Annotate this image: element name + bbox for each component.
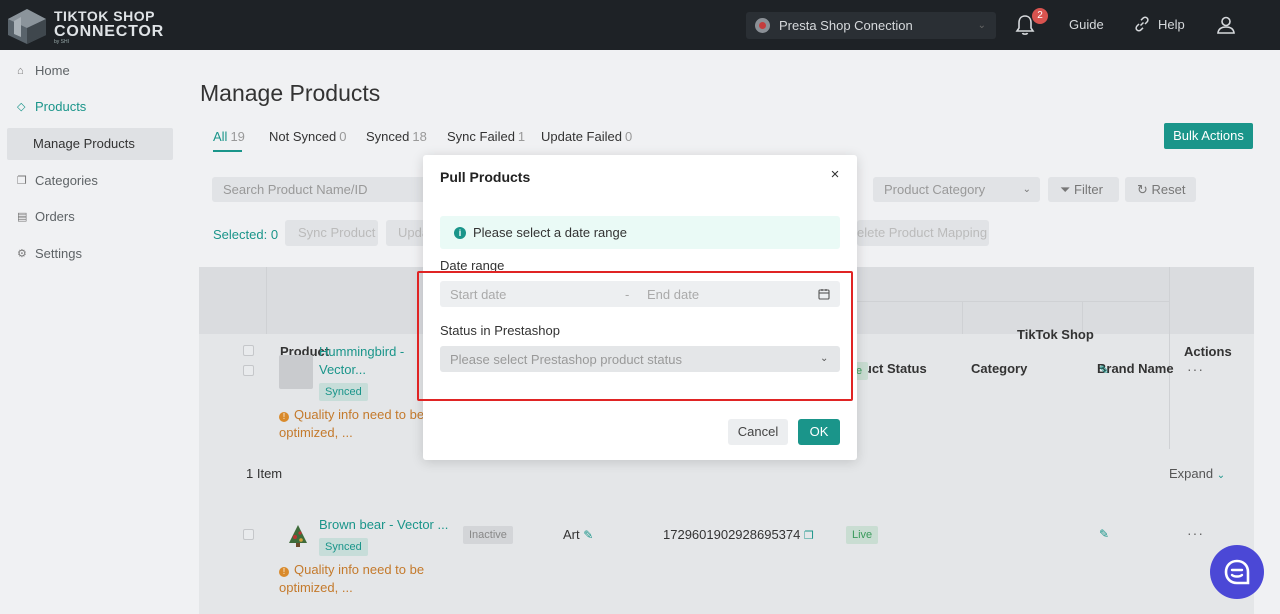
sidebar-item-products[interactable]: ◇ Products: [0, 91, 180, 123]
sidebar-item-settings[interactable]: ⚙ Settings: [0, 238, 180, 270]
info-text: Please select a date range: [473, 225, 627, 240]
close-icon[interactable]: ×: [828, 167, 842, 183]
sidebar-item-home[interactable]: ⌂ Home: [0, 55, 180, 87]
dialog-title: Pull Products: [440, 169, 531, 185]
sidebar: ⌂ Home ◇ Products Manage Products ❐ Cate…: [0, 50, 180, 614]
shop-selector[interactable]: Presta Shop Conection ⌄: [746, 12, 996, 39]
shop-name: Presta Shop Conection: [779, 18, 913, 33]
sidebar-item-label: Manage Products: [33, 136, 135, 151]
cancel-button[interactable]: Cancel: [728, 419, 788, 445]
info-alert: i Please select a date range: [440, 216, 840, 249]
sidebar-item-label: Settings: [35, 246, 82, 261]
sidebar-item-categories[interactable]: ❐ Categories: [0, 165, 180, 197]
gear-icon: ⚙: [17, 248, 27, 260]
highlight-annotation: [417, 271, 853, 401]
tag-icon: ◇: [17, 101, 26, 113]
sidebar-item-orders[interactable]: ▤ Orders: [0, 201, 180, 233]
logo-line-1: TIKTOK SHOP: [54, 8, 155, 24]
sidebar-item-label: Home: [35, 63, 70, 78]
help-link[interactable]: Help: [1158, 17, 1185, 32]
chat-icon: [1224, 559, 1250, 585]
chat-button[interactable]: [1210, 545, 1264, 599]
info-icon: i: [454, 227, 466, 239]
sidebar-item-label: Orders: [35, 209, 75, 224]
top-bar: TIKTOK SHOP CONNECTOR by SHI Presta Shop…: [0, 0, 1280, 50]
app-logo[interactable]: TIKTOK SHOP CONNECTOR by SHI: [6, 6, 163, 46]
logo-line-2: CONNECTOR: [54, 23, 165, 40]
sidebar-item-label: Products: [35, 99, 87, 114]
link-icon: [1135, 16, 1149, 32]
copy-icon: ❐: [17, 175, 27, 187]
guide-link[interactable]: Guide: [1069, 17, 1104, 32]
ok-button[interactable]: OK: [798, 419, 840, 445]
sidebar-item-manage-products[interactable]: Manage Products: [7, 128, 173, 160]
shop-icon: [755, 18, 770, 33]
sidebar-item-label: Categories: [35, 173, 98, 188]
user-icon[interactable]: [1216, 15, 1236, 35]
chevron-down-icon: ⌄: [977, 20, 986, 31]
logo-cube-icon: [8, 9, 46, 44]
box-icon: ▤: [17, 211, 28, 223]
home-icon: ⌂: [17, 65, 24, 77]
logo-text: TIKTOK SHOP CONNECTOR by SHI: [54, 8, 165, 46]
notification-badge: 2: [1032, 8, 1048, 24]
